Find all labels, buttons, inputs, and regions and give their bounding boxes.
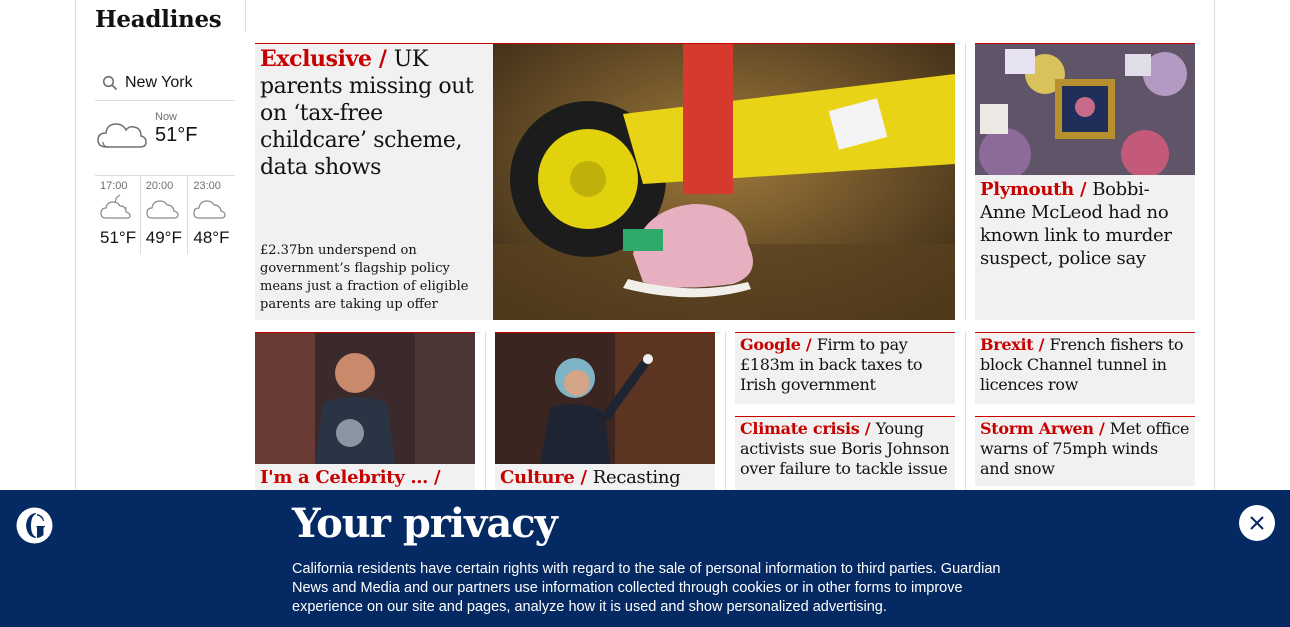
guardian-logo-icon [16,507,53,548]
story-kicker: Plymouth [980,179,1074,200]
story-headline[interactable]: Storm Arwen / Met office warns of 75mph … [975,417,1195,480]
story-card[interactable]: Climate crisis / Young activists sue Bor… [735,416,955,492]
story-card[interactable]: I'm a Celebrity … / [255,332,475,492]
forecast-item: 20:00 49°F [139,176,188,254]
weather-forecast: 17:00 51°F 20:00 49°F 23:00 48°F [95,176,235,254]
section-title: Headlines [95,6,222,33]
close-icon [1250,516,1264,530]
divider [725,332,726,492]
story-headline[interactable]: Brexit / French fishers to block Channel… [975,333,1195,396]
story-headline[interactable]: Climate crisis / Young activists sue Bor… [735,417,955,480]
main-story-image[interactable] [493,44,955,320]
story-headline[interactable]: Google / Firm to pay £183m in back taxes… [735,333,955,396]
close-button[interactable] [1239,505,1275,541]
cloud-icon [193,200,226,219]
kicker-separator: / [1073,179,1093,200]
main-story-headline[interactable]: Exclusive / UK parents missing out on ‘t… [260,46,488,181]
weather-location-search[interactable]: New York [95,66,235,101]
main-story-standfirst: £2.37bn underspend on government’s flags… [260,243,469,312]
cloud-icon [146,200,179,219]
search-icon [102,75,118,91]
kicker-separator: / [574,467,593,488]
forecast-time: 20:00 [145,180,174,192]
side-story-card[interactable]: Plymouth / Bobbi-Anne McLeod had no know… [975,43,1195,320]
headline-text: Recasting [592,467,681,488]
story-card[interactable]: Culture / Recasting [495,332,715,492]
story-headline[interactable]: Culture / Recasting [495,464,715,490]
story-kicker: Culture [500,467,575,488]
story-kicker: Exclusive [260,46,372,72]
now-label: Now [155,111,178,123]
forecast-temperature: 48°F [193,228,230,247]
kicker-separator: / [859,419,876,438]
story-card[interactable]: Storm Arwen / Met office warns of 75mph … [975,416,1195,486]
kicker-separator: / [1033,335,1050,354]
forecast-item: 17:00 51°F [95,176,140,254]
story-kicker: I'm a Celebrity … [260,467,429,488]
kicker-separator: / [371,46,394,72]
privacy-text: California residents have certain rights… [292,561,1001,615]
divider [965,332,966,492]
weather-widget: New York Now 51°F 17:00 51°F 20:00 49°F [95,66,235,254]
forecast-time: 23:00 [193,180,221,192]
main-story-card[interactable]: Exclusive / UK parents missing out on ‘t… [255,43,955,320]
forecast-item: 23:00 48°F [187,176,235,254]
story-kicker: Brexit [980,335,1034,354]
story-card[interactable]: Google / Firm to pay £183m in back taxes… [735,332,955,404]
weather-now: Now 51°F [95,101,235,176]
now-temperature: 51°F [155,124,198,146]
story-kicker: Climate crisis [740,419,860,438]
forecast-temperature: 51°F [100,228,137,247]
side-story-headline[interactable]: Plymouth / Bobbi-Anne McLeod had no know… [975,175,1195,273]
kicker-separator: / [800,335,817,354]
story-kicker: Google [740,335,801,354]
story-image[interactable] [255,333,475,464]
kicker-separator: / [1093,419,1110,438]
divider [485,332,486,492]
forecast-time: 17:00 [100,180,128,192]
privacy-title: Your privacy [292,500,558,547]
weather-location: New York [125,74,193,91]
cloud-icon [97,123,147,148]
privacy-banner: Your privacy California residents have c… [0,490,1290,627]
story-kicker: Storm Arwen [980,419,1094,438]
story-card[interactable]: Brexit / French fishers to block Channel… [975,332,1195,404]
partly-cloudy-night-icon [100,194,131,219]
kicker-separator: / [428,467,441,488]
forecast-temperature: 49°F [145,228,182,247]
divider [245,0,246,32]
divider [965,43,966,320]
story-headline[interactable]: I'm a Celebrity … / [255,464,475,490]
side-story-image[interactable] [975,44,1195,175]
story-image[interactable] [495,333,715,464]
